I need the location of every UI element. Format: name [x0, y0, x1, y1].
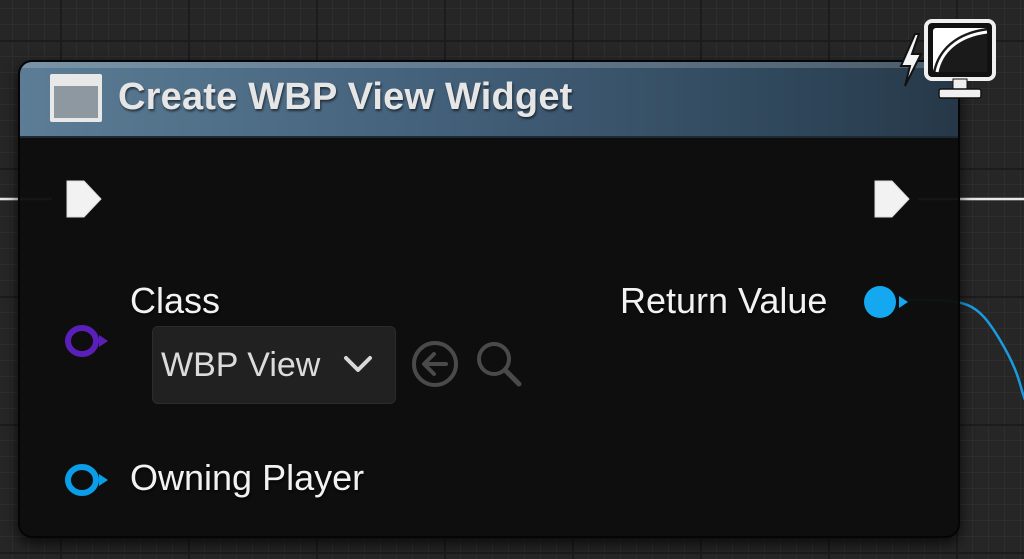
return-value-pin[interactable]: [860, 282, 910, 322]
return-value-pin-label: Return Value: [620, 280, 828, 321]
create-widget-node[interactable]: Create WBP View Widget Class WBP View Ow…: [18, 60, 960, 538]
node-header[interactable]: Create WBP View Widget: [20, 62, 958, 138]
class-pin[interactable]: [62, 321, 112, 361]
client-only-lightning-monitor-icon: [899, 19, 996, 99]
owning-player-pin-label: Owning Player: [130, 457, 365, 498]
search-icon[interactable]: [472, 337, 526, 391]
owning-player-pin[interactable]: [62, 460, 112, 500]
widget-icon: [50, 74, 102, 122]
exec-input-pin[interactable]: [64, 178, 104, 220]
node-title: Create WBP View Widget: [118, 76, 573, 118]
class-picker-value: WBP View: [161, 346, 321, 384]
blueprint-graph-canvas[interactable]: Create WBP View Widget Class WBP View Ow…: [0, 0, 1024, 559]
class-picker-dropdown[interactable]: WBP View: [152, 326, 396, 404]
exec-output-pin[interactable]: [872, 178, 912, 220]
class-pin-label: Class: [130, 280, 221, 321]
use-selected-asset-arrow-icon[interactable]: [408, 337, 462, 391]
chevron-down-icon: [344, 356, 372, 372]
